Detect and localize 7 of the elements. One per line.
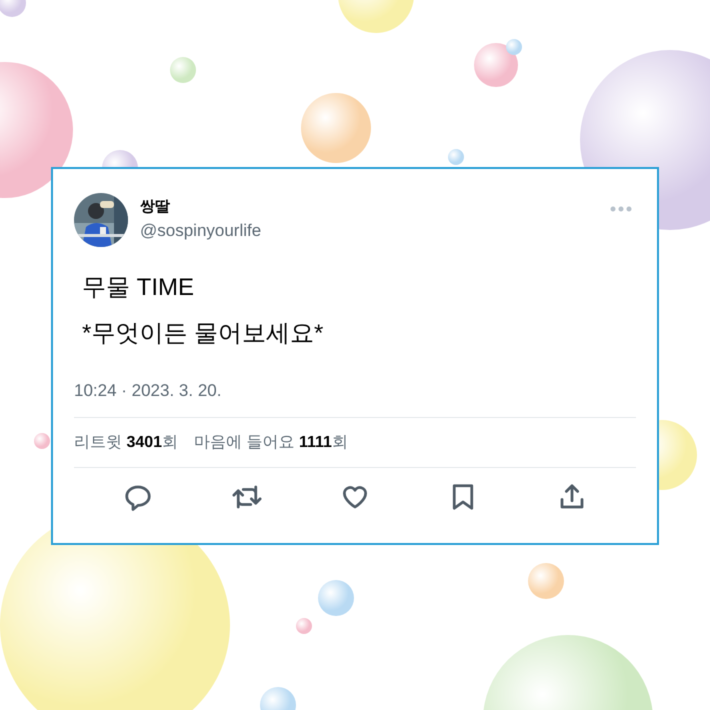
tweet-text: *무엇이든 물어보세요*	[82, 319, 324, 349]
engagement-count[interactable]: 리트윗 3401회	[74, 430, 178, 454]
display-name[interactable]: 쌍딸	[140, 197, 262, 217]
handle[interactable]: @sospinyourlife	[140, 219, 262, 243]
timestamp[interactable]: 10:24 · 2023. 3. 20.	[74, 379, 636, 403]
engagement-count[interactable]: 마음에 들어요 1111회	[194, 430, 348, 454]
tweet-text: 무물 TIME	[82, 273, 195, 303]
